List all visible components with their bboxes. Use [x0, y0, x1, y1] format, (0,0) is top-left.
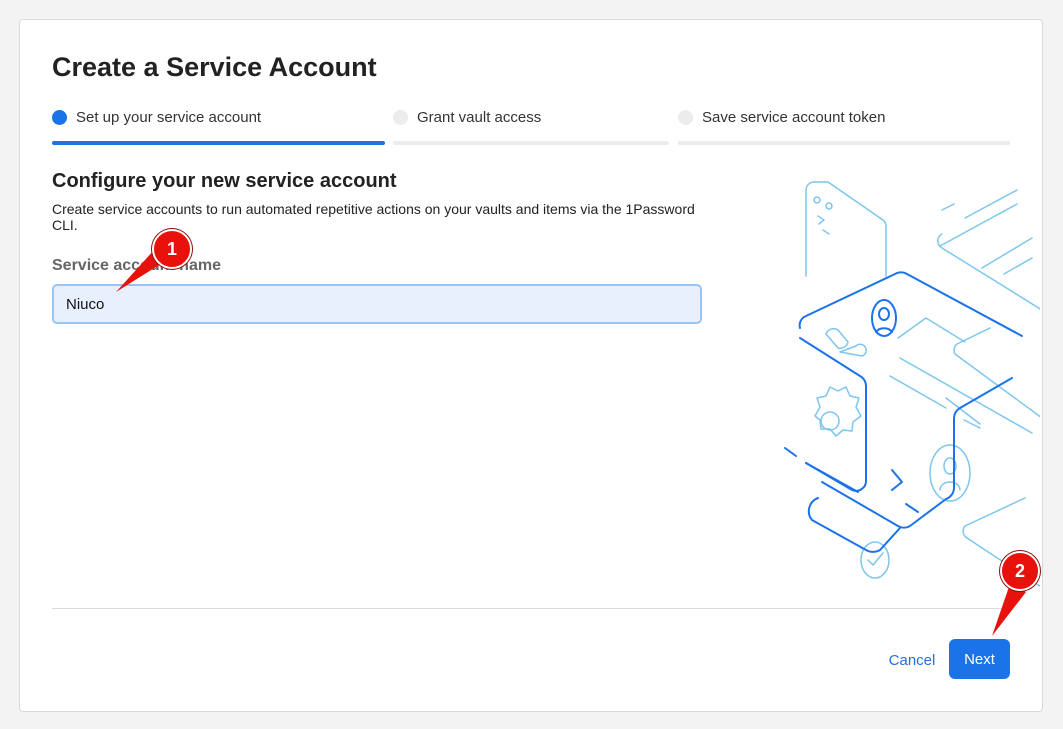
step-progress-bar [393, 141, 669, 145]
step-save-token: Save service account token [678, 108, 1010, 148]
step-inactive-dot-icon [678, 110, 693, 125]
step-label: Save service account token [702, 109, 886, 126]
step-label: Set up your service account [76, 109, 262, 126]
annotation-badge-1: 1 [152, 229, 192, 269]
page-title: Create a Service Account [52, 52, 377, 82]
cancel-button[interactable]: Cancel [880, 640, 944, 680]
service-account-dialog: Create a Service Account Set up your ser… [19, 19, 1043, 712]
step-progress-bar [52, 141, 385, 145]
step-progress-bar [678, 141, 1010, 145]
annotation-badge-2: 2 [1000, 551, 1040, 591]
service-account-illustration-icon [784, 181, 1040, 588]
step-label: Grant vault access [417, 109, 542, 126]
section-title: Configure your new service account [52, 170, 397, 192]
footer-divider [52, 608, 1010, 609]
section-description: Create service accounts to run automated… [52, 201, 695, 233]
stepper: Set up your service account Grant vault … [52, 108, 1010, 148]
step-setup: Set up your service account [52, 108, 385, 148]
step-grant-vault-access: Grant vault access [393, 108, 669, 148]
step-active-dot-icon [52, 110, 67, 125]
step-inactive-dot-icon [393, 110, 408, 125]
next-button[interactable]: Next [949, 639, 1010, 679]
